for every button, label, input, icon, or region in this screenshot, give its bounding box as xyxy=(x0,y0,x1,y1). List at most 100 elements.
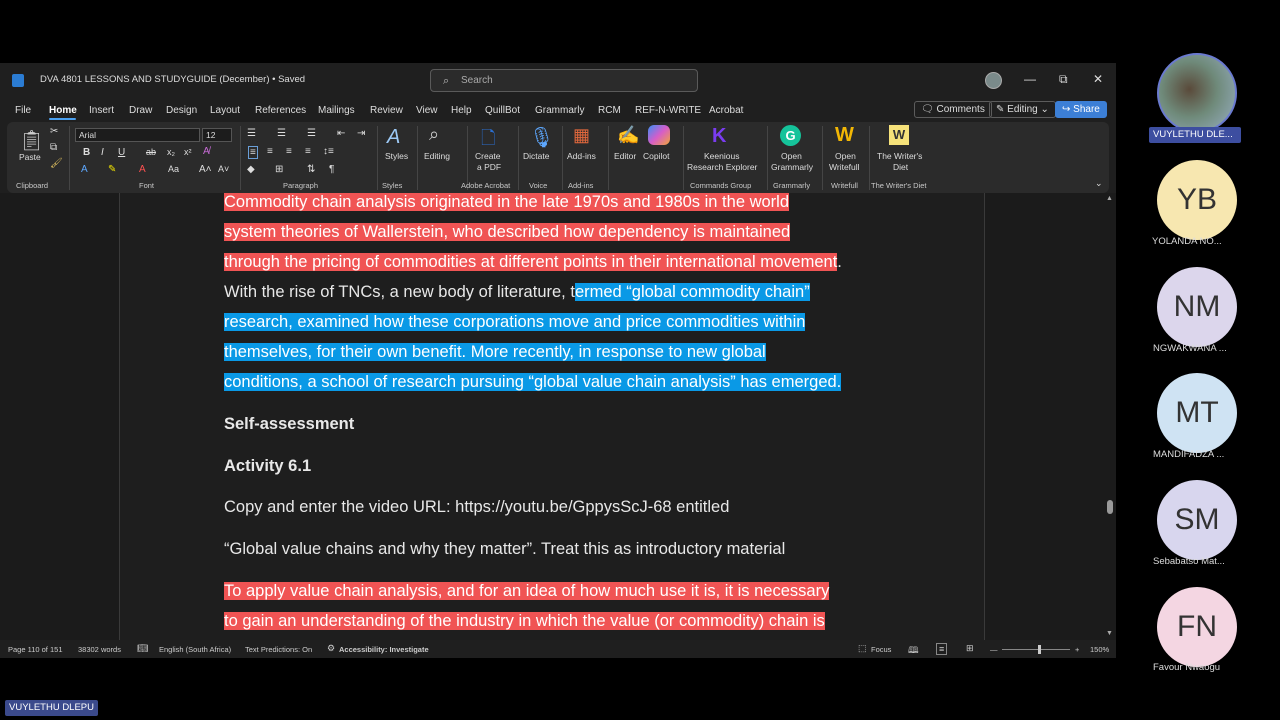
styles-icon[interactable]: A xyxy=(387,126,400,149)
language[interactable]: English (South Africa) xyxy=(159,645,231,654)
writers-diet-icon[interactable]: W xyxy=(889,125,909,145)
grammarly-button-line1[interactable]: Open xyxy=(781,151,802,162)
line-spacing-icon[interactable]: ↕≡ xyxy=(323,146,334,157)
comments-button[interactable]: 🗨︎ Comments xyxy=(914,101,992,118)
italic-icon[interactable]: I xyxy=(101,147,104,158)
tab-rcm[interactable]: RCM xyxy=(598,105,621,116)
change-case-icon[interactable]: Aa xyxy=(168,164,179,174)
share-button[interactable]: ↪ Share xyxy=(1055,101,1107,118)
keenious-button-line1[interactable]: Keenious xyxy=(704,151,739,162)
editing-mode-button[interactable]: ✎ Editing ⌄ xyxy=(989,101,1056,118)
vertical-scrollbar[interactable]: ▲ ▼ xyxy=(1104,193,1116,640)
bullets-icon[interactable]: ☰ xyxy=(247,128,256,139)
text-predictions[interactable]: Text Predictions: On xyxy=(245,645,312,654)
participant-avatar-mt[interactable]: MT xyxy=(1157,373,1237,453)
tab-quillbot[interactable]: QuillBot xyxy=(485,105,520,116)
tab-review[interactable]: Review xyxy=(370,105,403,116)
shrink-font-icon[interactable]: A˅ xyxy=(218,164,229,174)
tab-references[interactable]: References xyxy=(255,105,306,116)
scroll-up-icon[interactable]: ▲ xyxy=(1106,195,1113,202)
writers-diet-button-line2[interactable]: Diet xyxy=(893,162,908,173)
proofing-icon[interactable]: 📖︎ xyxy=(137,643,148,654)
cut-icon[interactable]: ✂ xyxy=(50,126,58,137)
tab-help[interactable]: Help xyxy=(451,105,472,116)
document-title[interactable]: DVA 4801 LESSONS AND STUDYGUIDE (Decembe… xyxy=(40,74,305,85)
zoom-slider[interactable] xyxy=(1002,649,1070,650)
writefull-button-line2[interactable]: Writefull xyxy=(829,162,860,173)
editor-button[interactable]: Editor xyxy=(614,151,636,162)
search-box[interactable]: ⌕ Search xyxy=(430,69,698,92)
close-icon[interactable]: ✕ xyxy=(1093,72,1103,86)
format-painter-icon[interactable]: 🖌︎ xyxy=(50,158,63,169)
writers-diet-button-line1[interactable]: The Writer's xyxy=(877,151,922,162)
scroll-down-icon[interactable]: ▼ xyxy=(1106,630,1113,637)
web-layout-icon[interactable]: ⊞ xyxy=(966,643,974,654)
grammarly-button-line2[interactable]: Grammarly xyxy=(771,162,813,173)
increase-indent-icon[interactable]: ⇥ xyxy=(357,128,365,139)
dictate-button[interactable]: Dictate xyxy=(523,151,549,162)
tab-mailings[interactable]: Mailings xyxy=(318,105,355,116)
superscript-icon[interactable]: x² xyxy=(184,147,192,157)
underline-icon[interactable]: U xyxy=(118,147,125,158)
add-ins-button[interactable]: Add-ins xyxy=(567,151,596,162)
borders-icon[interactable]: ⊞ xyxy=(275,164,283,175)
find-icon[interactable]: ⌕ xyxy=(429,124,439,145)
account-avatar[interactable] xyxy=(985,72,1002,89)
editing-button[interactable]: Editing xyxy=(424,151,450,162)
scroll-thumb[interactable] xyxy=(1107,500,1113,514)
paste-icon[interactable]: 📋︎ xyxy=(19,128,44,153)
font-size-field[interactable]: 12 xyxy=(202,128,232,142)
participant-avatar-sm[interactable]: SM xyxy=(1157,480,1237,560)
tab-grammarly[interactable]: Grammarly xyxy=(535,105,584,116)
highlight-icon[interactable]: ✎ xyxy=(108,164,116,175)
show-formatting-icon[interactable]: ¶ xyxy=(329,164,334,175)
add-ins-icon[interactable]: ▦ xyxy=(573,125,590,146)
participant-avatar-yb[interactable]: YB xyxy=(1157,160,1237,240)
tab-view[interactable]: View xyxy=(416,105,438,116)
participant-video[interactable] xyxy=(1157,53,1237,133)
editor-icon[interactable]: ✍ xyxy=(617,125,639,146)
participant-avatar-nm[interactable]: NM xyxy=(1157,267,1237,347)
font-color-icon[interactable]: A xyxy=(139,164,146,175)
copilot-icon[interactable] xyxy=(648,125,670,145)
tab-acrobat[interactable]: Acrobat xyxy=(709,105,743,116)
page-count[interactable]: Page 110 of 151 xyxy=(8,645,63,654)
grow-font-icon[interactable]: A˄ xyxy=(199,164,212,175)
tab-ref-n-write[interactable]: REF-N-WRITE xyxy=(635,105,701,116)
copilot-button[interactable]: Copilot xyxy=(643,151,669,162)
writefull-icon[interactable]: W xyxy=(835,124,854,147)
subscript-icon[interactable]: x₂ xyxy=(167,147,175,157)
create-pdf-button-line2[interactable]: a PDF xyxy=(477,162,501,173)
tab-design[interactable]: Design xyxy=(166,105,197,116)
align-right-icon[interactable]: ≡ xyxy=(286,146,292,157)
writefull-button-line1[interactable]: Open xyxy=(835,151,856,162)
zoom-in-icon[interactable]: + xyxy=(1075,645,1079,654)
microphone-icon[interactable]: 🎙︎ xyxy=(529,125,554,150)
print-layout-icon[interactable]: ≡ xyxy=(936,643,948,655)
tab-file[interactable]: File xyxy=(15,105,31,116)
word-count[interactable]: 38302 words xyxy=(78,645,121,654)
text-effects-icon[interactable]: A xyxy=(81,164,88,175)
copy-icon[interactable]: ⧉ xyxy=(50,142,57,153)
focus-button[interactable]: Focus xyxy=(871,645,891,654)
styles-button[interactable]: Styles xyxy=(385,151,408,162)
tab-insert[interactable]: Insert xyxy=(89,105,114,116)
sort-icon[interactable]: ⇅ xyxy=(307,164,315,175)
restore-icon[interactable]: ⧉ xyxy=(1059,72,1068,87)
grammarly-icon[interactable]: G xyxy=(780,125,801,146)
collapse-ribbon-icon[interactable]: ⌄ xyxy=(1095,178,1103,189)
participant-avatar-fn[interactable]: FN xyxy=(1157,587,1237,667)
paste-button[interactable]: Paste xyxy=(19,152,41,163)
clear-formatting-icon[interactable]: A̸ xyxy=(203,146,210,157)
keenious-icon[interactable]: K xyxy=(712,125,726,148)
keenious-button-line2[interactable]: Research Explorer xyxy=(687,162,757,173)
shading-icon[interactable]: ◆ xyxy=(247,164,255,175)
strikethrough-icon[interactable]: ab xyxy=(146,147,156,157)
document-page[interactable]: Commodity chain analysis originated in t… xyxy=(119,193,985,640)
multilevel-list-icon[interactable]: ☰ xyxy=(307,128,316,139)
font-name-field[interactable]: Arial xyxy=(75,128,200,142)
align-center-icon[interactable]: ≡ xyxy=(267,146,273,157)
tab-home[interactable]: Home xyxy=(49,105,77,116)
create-pdf-button-line1[interactable]: Create xyxy=(475,151,501,162)
zoom-level[interactable]: 150% xyxy=(1090,645,1109,654)
